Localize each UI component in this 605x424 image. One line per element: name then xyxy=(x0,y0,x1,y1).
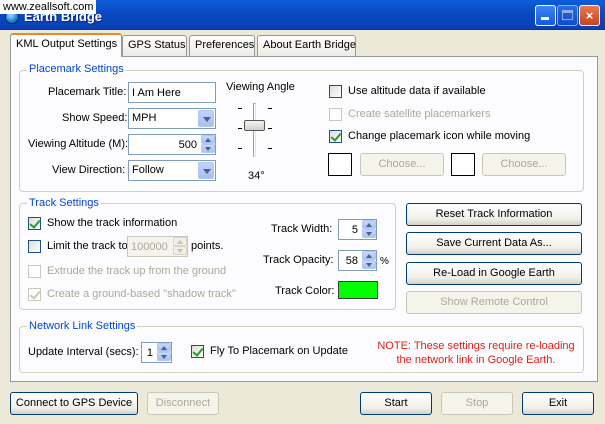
show-remote-control-button: Show Remote Control xyxy=(406,291,582,314)
save-data-button[interactable]: Save Current Data As... xyxy=(406,232,582,255)
reset-track-button[interactable]: Reset Track Information xyxy=(406,203,582,226)
slider-tick xyxy=(268,108,272,109)
stop-button: Stop xyxy=(441,392,513,415)
extrude-track-checkbox xyxy=(28,265,41,278)
show-track-label[interactable]: Show the track information xyxy=(47,217,177,229)
show-track-checkbox[interactable] xyxy=(28,217,41,230)
limit-track-checkbox[interactable] xyxy=(28,240,41,253)
view-direction-value: Follow xyxy=(132,164,164,176)
track-opacity-spin[interactable] xyxy=(362,251,376,270)
slider-tick xyxy=(238,108,242,109)
limit-track-stepper xyxy=(127,236,188,257)
close-icon: × xyxy=(585,8,594,23)
watermark: www.zeallsoft.com xyxy=(0,0,97,14)
tab-gps-status[interactable]: GPS Status xyxy=(122,35,187,56)
connect-gps-button[interactable]: Connect to GPS Device xyxy=(10,392,138,415)
show-speed-dropdown-button[interactable] xyxy=(198,110,214,127)
placemark-title-input[interactable] xyxy=(128,82,216,103)
opacity-unit: % xyxy=(380,256,389,267)
shadow-track-label: Create a ground-based "shadow track" xyxy=(47,288,236,300)
spin-down-icon[interactable] xyxy=(201,144,215,153)
limit-track-label[interactable]: Limit the track to xyxy=(47,240,128,252)
viewing-angle-label: Viewing Angle xyxy=(226,81,295,93)
viewing-altitude-spin[interactable] xyxy=(201,135,215,154)
viewing-angle-slider[interactable] xyxy=(236,100,274,162)
update-interval-stepper[interactable] xyxy=(141,342,172,363)
spin-up-icon[interactable] xyxy=(362,251,376,260)
satellite-placemarkers-checkbox xyxy=(329,108,342,121)
exit-button[interactable]: Exit xyxy=(522,392,594,415)
update-interval-spin[interactable] xyxy=(157,343,171,362)
use-altitude-checkbox[interactable] xyxy=(329,85,342,98)
fly-to-placemark-label[interactable]: Fly To Placemark on Update xyxy=(210,345,348,357)
maximize-button xyxy=(557,5,578,26)
spin-up-icon xyxy=(173,237,187,246)
network-note: NOTE: These settings require re-loading … xyxy=(370,339,582,367)
viewing-altitude-stepper[interactable] xyxy=(128,134,216,155)
limit-track-spin xyxy=(173,237,187,256)
network-note-line2: the network link in Google Earth. xyxy=(396,354,556,366)
show-speed-label: Show Speed: xyxy=(62,112,128,124)
tab-kml-output-settings[interactable]: KML Output Settings xyxy=(10,33,122,57)
track-color-label: Track Color: xyxy=(275,285,335,297)
spin-up-icon[interactable] xyxy=(201,135,215,144)
disconnect-button: Disconnect xyxy=(147,392,219,415)
start-button[interactable]: Start xyxy=(360,392,432,415)
placemark-title-label: Placemark Title: xyxy=(48,86,127,98)
spin-up-icon[interactable] xyxy=(157,343,171,352)
slider-tick xyxy=(268,128,272,129)
track-width-label: Track Width: xyxy=(271,223,333,235)
track-color-swatch[interactable] xyxy=(338,281,378,299)
slider-thumb[interactable] xyxy=(244,120,265,131)
track-width-spin[interactable] xyxy=(362,220,376,239)
stationary-icon-preview xyxy=(328,153,352,176)
tab-preferences[interactable]: Preferences xyxy=(189,35,255,56)
chevron-down-icon xyxy=(203,169,211,174)
network-note-line1: NOTE: These settings require re-loading xyxy=(377,340,575,352)
moving-icon-preview xyxy=(451,153,475,176)
points-label: points. xyxy=(191,240,224,252)
slider-tick xyxy=(268,148,272,149)
spin-down-icon[interactable] xyxy=(157,352,171,361)
view-direction-label: View Direction: xyxy=(52,164,126,176)
chevron-down-icon xyxy=(203,117,211,122)
spin-down-icon[interactable] xyxy=(362,260,376,269)
spin-up-icon[interactable] xyxy=(362,220,376,229)
track-settings-legend: Track Settings xyxy=(27,197,101,209)
track-opacity-stepper[interactable] xyxy=(338,250,377,271)
slider-tick xyxy=(238,128,242,129)
use-altitude-label[interactable]: Use altitude data if available xyxy=(348,85,486,97)
minimize-icon xyxy=(541,17,549,20)
choose-moving-icon-button[interactable]: Choose... xyxy=(482,153,566,176)
network-link-legend: Network Link Settings xyxy=(27,320,138,332)
track-width-stepper[interactable] xyxy=(338,219,377,240)
shadow-track-checkbox xyxy=(28,288,41,301)
show-speed-value: MPH xyxy=(132,112,157,124)
show-speed-select[interactable]: MPH xyxy=(128,108,216,129)
change-icon-checkbox[interactable] xyxy=(329,130,342,143)
view-direction-select[interactable]: Follow xyxy=(128,160,216,181)
extrude-track-label: Extrude the track up from the ground xyxy=(47,265,227,277)
placemark-settings-legend: Placemark Settings xyxy=(27,63,126,75)
fly-to-placemark-checkbox[interactable] xyxy=(191,345,204,358)
slider-tick xyxy=(238,148,242,149)
window-titlebar[interactable]: Earth Bridge www.zeallsoft.com × xyxy=(0,0,605,30)
satellite-placemarkers-label: Create satellite placemarkers xyxy=(348,108,491,120)
reload-google-earth-button[interactable]: Re-Load in Google Earth xyxy=(406,262,582,285)
viewing-angle-value: 34° xyxy=(248,170,265,182)
spin-down-icon xyxy=(173,246,187,255)
update-interval-label: Update Interval (secs): xyxy=(28,346,139,358)
close-button[interactable]: × xyxy=(579,5,600,26)
viewing-altitude-label: Viewing Altitude (M): xyxy=(28,138,129,150)
choose-stationary-icon-button[interactable]: Choose... xyxy=(360,153,444,176)
minimize-button[interactable] xyxy=(535,5,556,26)
tab-about[interactable]: About Earth Bridge xyxy=(257,35,356,56)
change-icon-label[interactable]: Change placemark icon while moving xyxy=(348,130,530,142)
spin-down-icon[interactable] xyxy=(362,229,376,238)
track-opacity-label: Track Opacity: xyxy=(263,254,334,266)
maximize-icon xyxy=(562,10,573,20)
view-direction-dropdown-button[interactable] xyxy=(198,162,214,179)
